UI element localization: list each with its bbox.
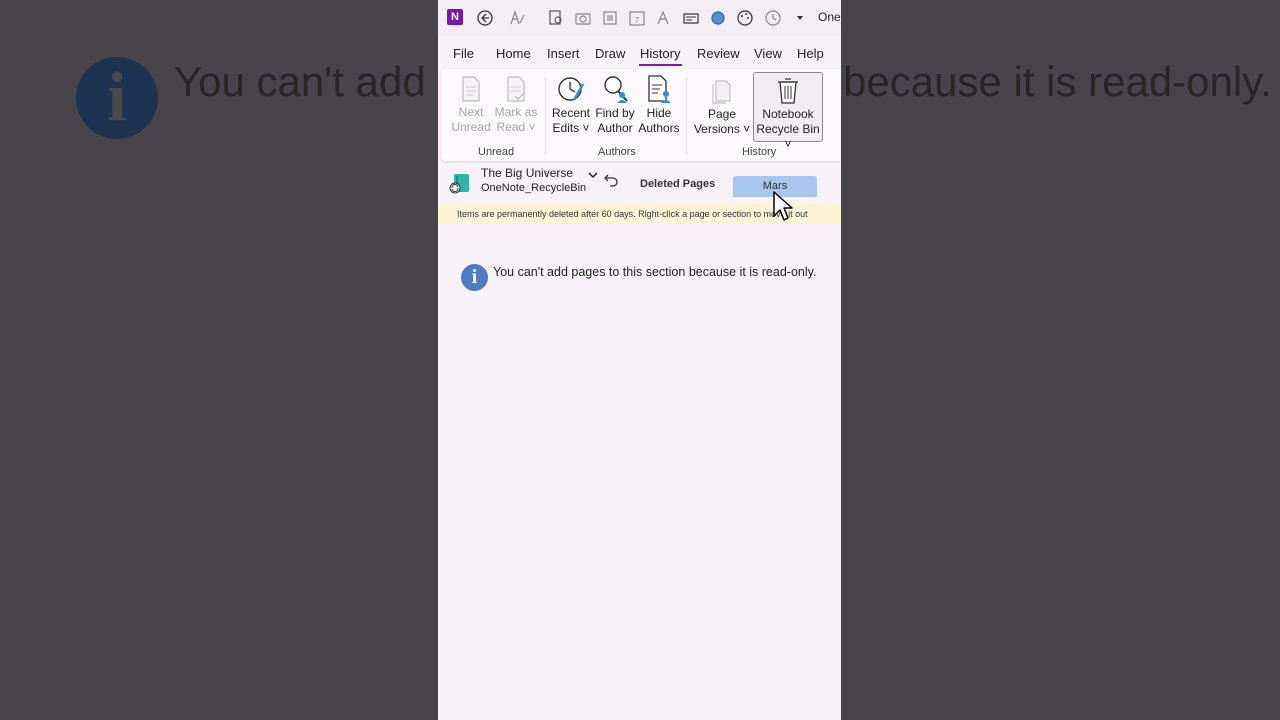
notebook-title[interactable]: The Big Universe [481, 166, 573, 180]
next-unread-line2: Unread [451, 120, 491, 134]
clock-icon [558, 77, 585, 101]
group-separator [545, 77, 546, 155]
calendar-icon[interactable]: 7 [628, 9, 646, 27]
search-icon[interactable] [547, 9, 565, 27]
page-person-icon [648, 75, 671, 103]
tab-insert[interactable]: Insert [547, 46, 580, 61]
font-icon[interactable] [655, 9, 673, 27]
tab-view[interactable]: View [754, 46, 782, 61]
group-label-unread: Unread [478, 146, 515, 158]
onenote-window: N 7 One File Home Insert Draw History Re… [438, 0, 841, 720]
find-by-author-line2: Author [597, 121, 633, 135]
recent-edits-line2: Edits [552, 121, 580, 135]
tab-history[interactable]: History [640, 46, 680, 61]
group-label-authors: Authors [598, 146, 636, 158]
bg-text-left: You can't add [174, 58, 426, 105]
page-versions-button[interactable]: Page Versions ˅ [693, 77, 751, 137]
next-unread-button[interactable]: Next Unread [450, 75, 492, 135]
recent-edits-line1: Recent [551, 106, 591, 120]
notebook-recycle-icon[interactable] [449, 173, 471, 195]
tab-review[interactable]: Review [697, 46, 740, 61]
info-icon: i [461, 264, 488, 291]
app-title: One [818, 10, 841, 24]
quick-access-toolbar: N 7 One [438, 0, 841, 36]
tab-help[interactable]: Help [797, 46, 824, 61]
find-by-author-button[interactable]: Find by Author [593, 74, 637, 136]
clock-icon[interactable] [764, 9, 782, 27]
page-versions-line2: Versions [693, 122, 740, 136]
camera-icon[interactable] [574, 9, 592, 27]
notebook-subtitle: OneNote_RecycleBin [481, 182, 587, 194]
page-icon [462, 76, 480, 102]
chevron-down-icon[interactable] [791, 9, 809, 27]
hide-authors-line1: Hide [646, 106, 672, 120]
recycle-bin-line1: Notebook [762, 107, 814, 121]
notice-text: Items are permanently deleted after 60 d… [457, 209, 808, 219]
svg-text:7: 7 [635, 16, 640, 25]
active-tab-indicator [639, 64, 682, 66]
tab-file[interactable]: File [453, 46, 474, 61]
keyboard-icon[interactable] [682, 9, 700, 27]
mark-as-read-line1: Mark as [494, 105, 538, 119]
bg-info-icon: i [76, 57, 158, 139]
next-unread-line1: Next [458, 105, 484, 119]
person-search-icon [604, 76, 628, 103]
notebook-dropdown-icon[interactable] [587, 169, 599, 181]
hide-authors-line2: Authors [638, 121, 680, 135]
recycle-bin-line2: Recycle Bin [756, 122, 820, 136]
hide-authors-button[interactable]: Hide Authors [637, 74, 681, 136]
notebook-recycle-bin-button[interactable]: Notebook Recycle Bin ˅ [753, 72, 823, 151]
tab-draw[interactable]: Draw [595, 46, 625, 61]
ribbon: Next Unread Mark as Read ˅ Unread Recent… [441, 69, 841, 161]
read-only-message-text: You can't add pages to this section beca… [493, 265, 817, 279]
mark-as-read-line2: Read [496, 120, 526, 134]
undo-icon[interactable] [604, 173, 618, 187]
page-versions-line1: Page [707, 107, 737, 121]
page-check-icon [507, 76, 526, 102]
group-label-history: History [742, 146, 777, 158]
back-icon[interactable] [476, 9, 494, 27]
palette-icon[interactable] [736, 9, 754, 27]
group-separator [686, 77, 687, 155]
read-only-message: i You can't add pages to this section be… [461, 264, 841, 292]
recent-edits-button[interactable]: Recent Edits ˅ [551, 74, 591, 136]
find-by-author-line1: Find by [595, 106, 635, 120]
bg-text-right: because it is read-only. [843, 58, 1272, 105]
page-versions-icon [712, 80, 731, 104]
clip-icon[interactable] [601, 9, 619, 27]
tab-home[interactable]: Home [496, 46, 531, 61]
mouse-cursor-icon [773, 191, 793, 221]
circle-icon[interactable] [709, 9, 727, 27]
section-tab-deleted-pages[interactable]: Deleted Pages [640, 178, 715, 190]
pen-icon[interactable] [508, 9, 526, 27]
trash-icon [778, 78, 798, 104]
onenote-logo-icon: N [447, 9, 463, 25]
mark-as-read-button[interactable]: Mark as Read ˅ [493, 75, 539, 135]
